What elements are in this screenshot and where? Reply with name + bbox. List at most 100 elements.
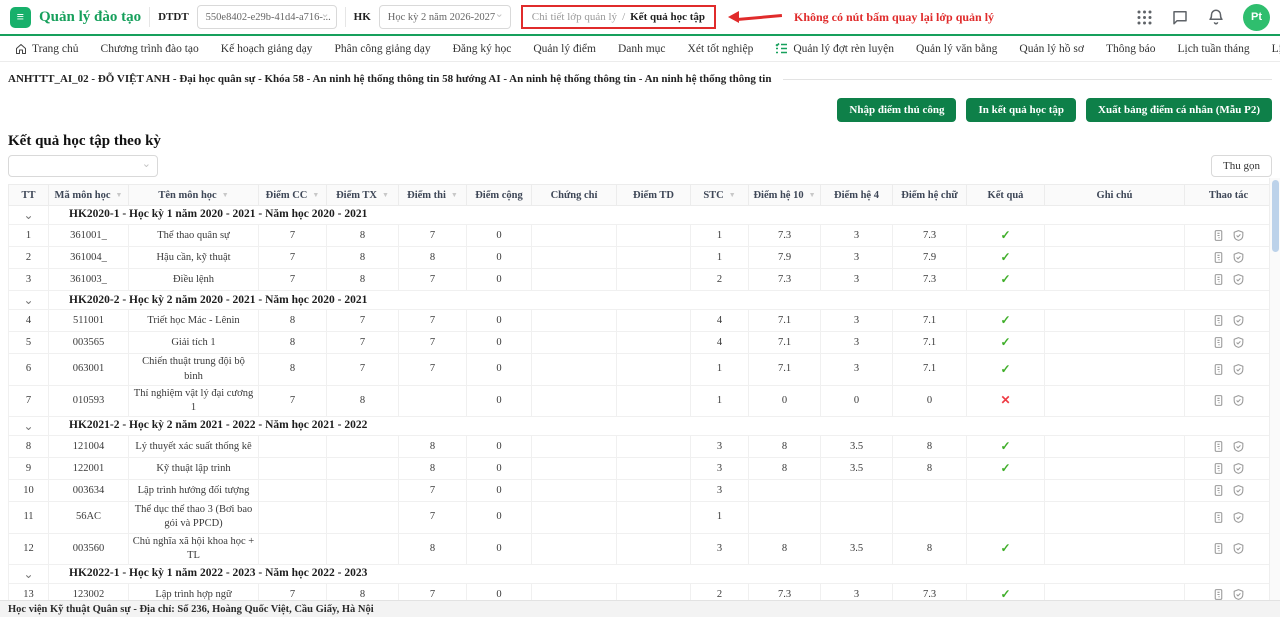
shield-check-icon[interactable] [1232,462,1245,475]
chat-icon[interactable] [1171,8,1189,26]
cell-stc: 1 [690,501,749,534]
table-scrollbar[interactable] [1269,178,1280,600]
cell-tx: 7 [326,331,399,355]
collapse-button[interactable]: Thu gọn [1211,155,1272,177]
nav-item-10[interactable]: Quản lý văn bằng [905,43,1008,55]
export-transcript-button[interactable]: Xuất bảng điểm cá nhân (Mẫu P2) [1086,98,1272,122]
cell-tx [326,479,399,503]
cell-thi: 7 [398,501,467,534]
cell-actions [1184,331,1273,355]
semester-select[interactable]: ⌄ [8,155,158,177]
score-entry-icon[interactable] [1212,314,1225,327]
group-chevron-icon[interactable]: ⌄ [8,290,49,311]
cell-tx: 7 [326,353,399,386]
score-entry-icon[interactable] [1212,462,1225,475]
filter-icon[interactable]: ▼ [809,191,816,199]
nav-item-14[interactable]: Lịch kiểm tra giảng dạy [1261,43,1280,55]
cell-thi: 8 [398,532,467,565]
filter-icon[interactable]: ▼ [116,191,123,199]
cell-td [616,224,691,248]
cell-tt: 5 [8,331,49,355]
shield-check-icon[interactable] [1232,336,1245,349]
nav-item-label: Thông báo [1105,42,1156,55]
table-row: 12 003560 Chủ nghĩa xã hội khoa học + TL 8 0… [8,532,1273,565]
nav-item-label: Quản lý điểm [533,42,596,55]
manual-entry-button[interactable]: Nhập điểm thủ công [837,98,957,122]
nav-item-2[interactable]: Chương trình đào tạo [90,43,210,55]
apps-grid-icon[interactable] [1136,9,1153,26]
group-row: ⌄ HK2021-2 - Học kỳ 2 năm 2021 - 2022 - N… [8,416,1273,437]
shield-check-icon[interactable] [1232,542,1245,555]
nav-item-4[interactable]: Phân công giảng dạy [323,43,441,55]
score-entry-icon[interactable] [1212,336,1225,349]
nav-item-6[interactable]: Quản lý điểm [522,43,607,55]
cell-name: Điều lệnh [128,268,259,292]
print-results-button[interactable]: In kết quả học tập [966,98,1077,122]
group-title: HK2020-1 - Học kỳ 1 năm 2020 - 2021 - Nă… [48,204,1273,226]
score-entry-icon[interactable] [1212,251,1225,264]
score-entry-icon[interactable] [1212,394,1225,407]
score-entry-icon[interactable] [1212,363,1225,376]
shield-check-icon[interactable] [1232,394,1245,407]
shield-check-icon[interactable] [1232,273,1245,286]
nav-item-9[interactable]: Quản lý đợt rèn luyện [764,43,905,55]
shield-check-icon[interactable] [1232,484,1245,497]
column-header-6: Điểm thi ▼ [398,184,467,206]
filter-icon[interactable]: ▼ [312,191,319,199]
score-entry-icon[interactable] [1212,484,1225,497]
breadcrumb-parent[interactable]: Chi tiết lớp quản lý [532,11,617,23]
cell-name: Kỹ thuật lập trình [128,457,259,481]
annotation-arrow [728,10,783,24]
filter-icon[interactable]: ▼ [382,191,389,199]
bell-icon[interactable] [1207,8,1225,26]
nav-item-12[interactable]: Thông báo [1095,43,1167,55]
group-chevron-icon[interactable]: ⌄ [8,204,49,226]
hk-select[interactable]: Học kỳ 2 năm 2026-2027 ⌄ [378,5,511,29]
cell-cong: 0 [466,532,532,565]
cell-code: 063001 [48,353,129,386]
score-entry-icon[interactable] [1212,229,1225,242]
shield-check-icon[interactable] [1232,511,1245,524]
shield-check-icon[interactable] [1232,314,1245,327]
nav-item-13[interactable]: Lịch tuần tháng [1166,43,1260,55]
cell-code: 122001 [48,457,129,481]
scrollbar-thumb[interactable] [1272,180,1279,252]
group-chevron-icon[interactable]: ⌄ [8,563,49,585]
student-info: ANHTTT_AI_02 - ĐỖ VIỆT ANH - Đại học quâ… [8,73,772,85]
cell-actions [1184,384,1273,418]
app-logo-icon[interactable]: ≡ [10,6,31,28]
score-entry-icon[interactable] [1212,542,1225,555]
shield-check-icon[interactable] [1232,229,1245,242]
filter-icon[interactable]: ▼ [451,191,458,199]
cell-tx: 8 [326,268,399,292]
cell-code: 121004 [48,435,129,459]
cell-note [1044,246,1185,270]
nav-item-5[interactable]: Đăng ký học [442,43,523,55]
cell-td [616,479,691,503]
score-entry-icon[interactable] [1212,511,1225,524]
score-entry-icon[interactable] [1212,440,1225,453]
cell-code: 361001_ [48,224,129,248]
nav-item-11[interactable]: Quản lý hồ sơ [1008,43,1095,55]
filter-icon[interactable]: ▼ [729,191,736,199]
avatar[interactable]: Pt [1243,3,1270,31]
dtdt-select[interactable]: 550e8402-e29b-41d4-a716-... ⌄ [196,5,337,29]
group-chevron-icon[interactable]: ⌄ [8,416,49,437]
cell-stc: 1 [690,246,749,270]
nav-item-1[interactable]: Trang chủ [4,43,90,55]
filter-icon[interactable]: ▼ [222,191,229,199]
results-table: TT Mã môn học ▼ Tên môn học ▼ Điểm CC ▼ Điểm TX… [8,184,1273,617]
cell-cc: 8 [258,353,327,386]
nav-item-3[interactable]: Kế hoạch giảng dạy [210,43,324,55]
checklist-icon [775,43,788,54]
nav-item-8[interactable]: Xét tốt nghiệp [677,43,765,55]
shield-check-icon[interactable] [1232,251,1245,264]
shield-check-icon[interactable] [1232,363,1245,376]
cell-td [616,435,691,459]
cell-stc: 3 [690,457,749,481]
shield-check-icon[interactable] [1232,440,1245,453]
score-entry-icon[interactable] [1212,273,1225,286]
dtdt-select-value: 550e8402-e29b-41d4-a716-... [205,11,331,23]
cell-he10: 7.3 [748,224,821,248]
nav-item-7[interactable]: Danh mục [607,43,677,55]
